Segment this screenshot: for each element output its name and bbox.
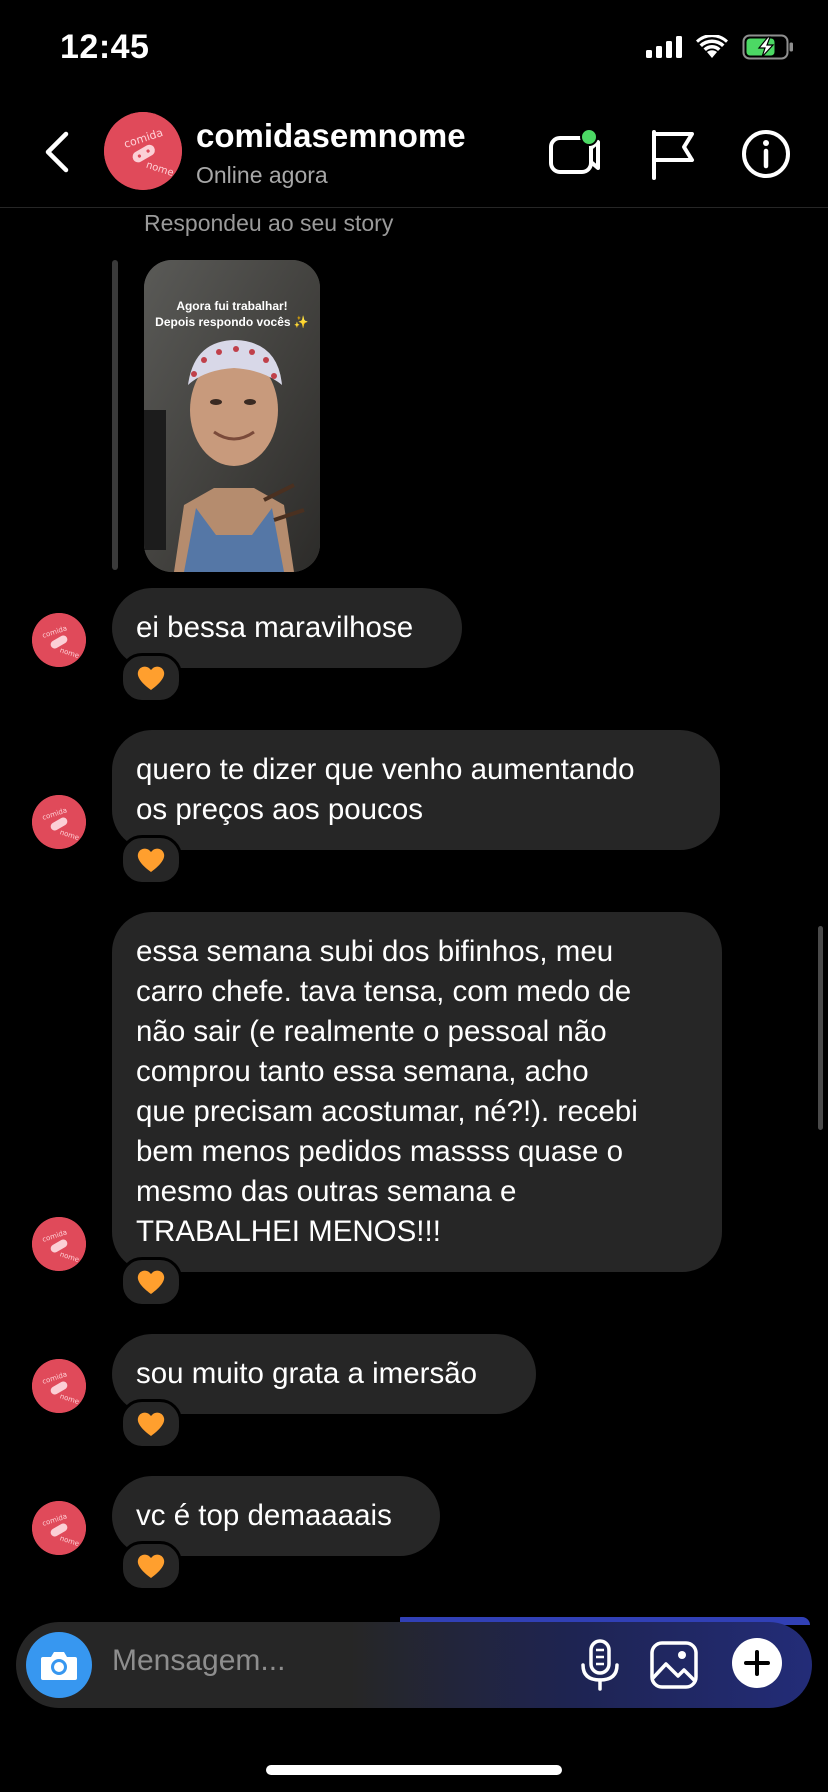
orange-heart-icon bbox=[137, 666, 165, 690]
story-text-line2: Depois respondo vocês ✨ bbox=[155, 315, 309, 329]
header-divider bbox=[0, 207, 828, 208]
sender-avatar[interactable]: comida nome bbox=[32, 1359, 86, 1413]
contact-avatar[interactable]: comida nome bbox=[104, 112, 182, 190]
video-call-icon[interactable] bbox=[546, 126, 602, 182]
comidasemnome-logo: comidanome bbox=[32, 613, 86, 667]
camera-icon bbox=[41, 1652, 77, 1680]
message-bubble[interactable]: quero te dizer que venho aumentando os p… bbox=[112, 730, 720, 850]
message-input[interactable]: Mensagem... bbox=[112, 1644, 285, 1678]
sender-avatar[interactable]: comida nome bbox=[32, 1501, 86, 1555]
reply-quote-bar bbox=[112, 260, 118, 570]
microphone-icon[interactable] bbox=[574, 1638, 626, 1692]
comidasemnome-logo: comidanome bbox=[32, 1359, 86, 1413]
orange-heart-icon bbox=[137, 1554, 165, 1578]
flag-icon[interactable] bbox=[646, 126, 702, 182]
reaction-heart[interactable] bbox=[120, 1541, 182, 1591]
plus-icon bbox=[744, 1650, 770, 1676]
sender-avatar[interactable]: comida nome bbox=[32, 795, 86, 849]
presence-status: Online agora bbox=[196, 162, 328, 188]
back-chevron-icon[interactable] bbox=[38, 128, 78, 176]
message-bubble[interactable]: sou muito grata a imersão bbox=[112, 1334, 536, 1414]
gallery-icon[interactable] bbox=[648, 1638, 700, 1692]
reaction-heart[interactable] bbox=[120, 835, 182, 885]
camera-button[interactable] bbox=[26, 1632, 92, 1698]
scrollbar[interactable] bbox=[818, 926, 823, 1130]
orange-heart-icon bbox=[137, 848, 165, 872]
comidasemnome-logo: comida nome bbox=[104, 112, 182, 190]
status-icons bbox=[646, 34, 794, 60]
story-reply-caption: Respondeu ao seu story bbox=[144, 210, 394, 236]
orange-heart-icon bbox=[137, 1412, 165, 1436]
story-thumbnail[interactable]: Agora fui trabalhar! Depois respondo voc… bbox=[144, 260, 320, 572]
sender-avatar[interactable]: comida nome bbox=[32, 1217, 86, 1271]
contact-username[interactable]: comidasemnome bbox=[196, 117, 466, 155]
signal-icon bbox=[646, 36, 682, 58]
reaction-heart[interactable] bbox=[120, 1399, 182, 1449]
battery-charging-icon bbox=[742, 34, 793, 60]
message-bubble[interactable]: essa semana subi dos bifinhos, meu carro… bbox=[112, 912, 722, 1272]
info-icon[interactable] bbox=[738, 126, 794, 182]
status-time: 12:45 bbox=[60, 28, 150, 66]
orange-heart-icon bbox=[137, 1270, 165, 1294]
comidasemnome-logo: comidanome bbox=[32, 1501, 86, 1555]
home-indicator[interactable] bbox=[266, 1765, 562, 1775]
add-button[interactable] bbox=[732, 1638, 782, 1688]
reaction-heart[interactable] bbox=[120, 1257, 182, 1307]
comidasemnome-logo: comidanome bbox=[32, 1217, 86, 1271]
sender-avatar[interactable]: comida nome bbox=[32, 613, 86, 667]
wifi-icon bbox=[696, 35, 728, 58]
story-overlay-text: Agora fui trabalhar! Depois respondo voc… bbox=[144, 298, 320, 330]
reaction-heart[interactable] bbox=[120, 653, 182, 703]
comidasemnome-logo: comidanome bbox=[32, 795, 86, 849]
story-text-line1: Agora fui trabalhar! bbox=[176, 299, 288, 313]
